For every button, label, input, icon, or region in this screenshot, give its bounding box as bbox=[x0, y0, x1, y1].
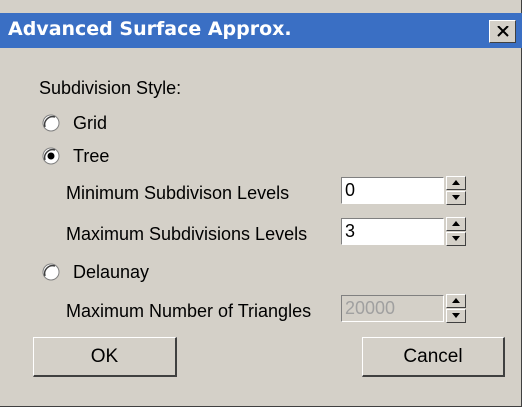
spinner-up-button[interactable] bbox=[446, 294, 466, 308]
max-subdivision-levels-label: Maximum Subdivisions Levels bbox=[66, 224, 308, 244]
spinner-up-arrow-icon bbox=[452, 298, 460, 303]
spinner-down-arrow-icon bbox=[452, 313, 460, 318]
cancel-button[interactable]: Cancel bbox=[362, 337, 505, 377]
min-subdivision-levels-spinner[interactable] bbox=[446, 176, 466, 205]
max-subdivision-levels-spinner[interactable] bbox=[446, 217, 466, 246]
spinner-up-arrow-icon bbox=[452, 221, 460, 226]
max-triangles-label: Maximum Number of Triangles bbox=[66, 301, 312, 321]
min-subdivision-levels-input[interactable]: 0 bbox=[341, 177, 444, 204]
spinner-down-button[interactable] bbox=[446, 309, 466, 323]
close-x-icon bbox=[497, 26, 509, 37]
delaunay-option-label: Delaunay bbox=[73, 262, 150, 282]
close-button[interactable] bbox=[489, 20, 516, 43]
spinner-down-button[interactable] bbox=[446, 191, 466, 205]
grid-option-label: Grid bbox=[73, 113, 108, 133]
max-triangles-input[interactable]: 20000 bbox=[341, 295, 444, 322]
dialog-title: Advanced Surface Approx. bbox=[8, 18, 292, 40]
tree-radio[interactable] bbox=[42, 147, 60, 165]
spinner-up-arrow-icon bbox=[452, 180, 460, 185]
spinner-up-button[interactable] bbox=[446, 217, 466, 231]
spinner-down-arrow-icon bbox=[452, 195, 460, 200]
max-subdivision-levels-input[interactable]: 3 bbox=[341, 218, 444, 245]
min-subdivision-levels-label: Minimum Subdivison Levels bbox=[66, 183, 290, 203]
tree-option-label: Tree bbox=[73, 146, 110, 166]
title-bar[interactable]: Advanced Surface Approx. bbox=[0, 13, 522, 48]
grid-radio[interactable] bbox=[42, 114, 60, 132]
delaunay-radio[interactable] bbox=[42, 263, 60, 281]
spinner-up-button[interactable] bbox=[446, 176, 466, 190]
ok-button[interactable]: OK bbox=[33, 337, 177, 377]
spinner-down-arrow-icon bbox=[452, 236, 460, 241]
advanced-surface-approx-dialog: Advanced Surface Approx. Subdivision Sty… bbox=[0, 0, 522, 407]
max-triangles-spinner[interactable] bbox=[446, 294, 466, 323]
tree-radio-dot bbox=[47, 152, 55, 160]
subdivision-style-label: Subdivision Style: bbox=[39, 78, 182, 98]
spinner-down-button[interactable] bbox=[446, 232, 466, 246]
